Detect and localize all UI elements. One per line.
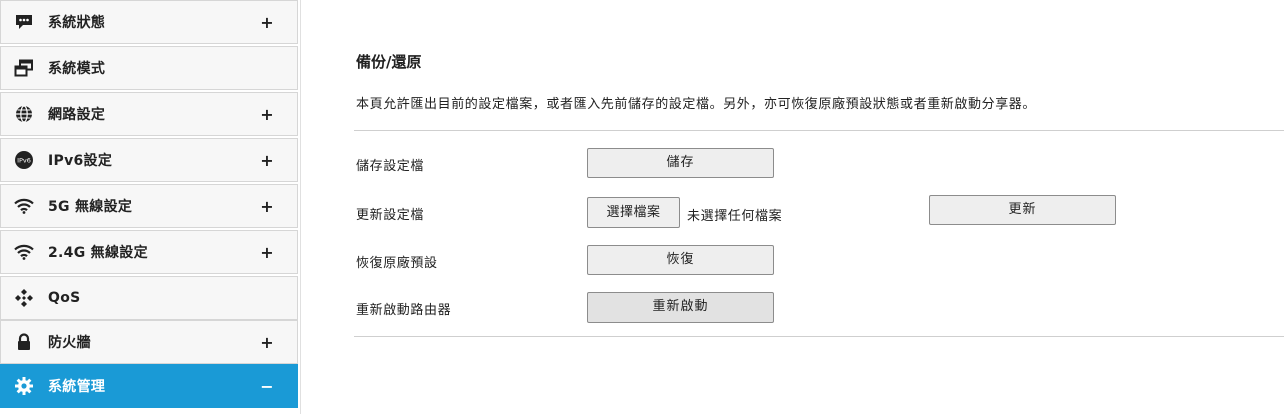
sidebar-item-firewall[interactable]: 防火牆 + [0, 320, 298, 364]
sidebar-item-24g-wireless[interactable]: 2.4G 無線設定 + [0, 230, 298, 274]
reboot-router-label: 重新啟動路由器 [356, 303, 452, 318]
sidebar-item-label: IPv6設定 [48, 153, 113, 169]
divider-bottom [354, 336, 1284, 337]
lock-icon [11, 329, 37, 355]
sidebar-item-label: 系統管理 [48, 379, 106, 395]
sidebar-item-label: 系統狀態 [48, 15, 106, 31]
sidebar-item-label: 5G 無線設定 [48, 199, 133, 215]
expand-icon: + [260, 12, 274, 32]
expand-icon: + [260, 196, 274, 216]
main-content: 備份/還原 本頁允許匯出目前的設定檔案，或者匯入先前儲存的設定檔。另外，亦可恢復… [300, 0, 1284, 414]
sidebar-item-label: 防火牆 [48, 335, 91, 351]
expand-icon: + [260, 332, 274, 352]
page-description: 本頁允許匯出目前的設定檔案，或者匯入先前儲存的設定檔。另外，亦可恢復原廠預設狀態… [356, 97, 1037, 112]
sidebar-item-5g-wireless[interactable]: 5G 無線設定 + [0, 184, 298, 228]
reboot-button[interactable]: 重新啟動 [587, 292, 774, 323]
restore-defaults-label: 恢復原廠預設 [356, 256, 438, 271]
svg-text:IPv6: IPv6 [17, 157, 31, 165]
qos-diamonds-icon [11, 285, 37, 311]
sidebar-item-system-mode[interactable]: 系統模式 [0, 46, 298, 90]
gear-icon [11, 373, 37, 399]
update-button[interactable]: 更新 [929, 195, 1116, 225]
chat-bubble-icon [11, 9, 37, 35]
page-title: 備份/還原 [356, 53, 422, 71]
divider-top [354, 130, 1284, 131]
update-config-label: 更新設定檔 [356, 208, 425, 223]
sidebar: 系統狀態 + 系統模式 網路設定 + IPv6 IPv6設定 + 5G 無線設定… [0, 0, 301, 414]
sidebar-item-system-status[interactable]: 系統狀態 + [0, 0, 298, 44]
wifi-icon [11, 239, 37, 265]
window-mode-icon [11, 55, 37, 81]
sidebar-item-label: 網路設定 [48, 107, 106, 123]
expand-icon: + [260, 150, 274, 170]
wifi-icon [11, 193, 37, 219]
sidebar-item-system-management[interactable]: 系統管理 − [0, 364, 298, 408]
sidebar-item-qos[interactable]: QoS [0, 276, 298, 320]
expand-icon: + [260, 242, 274, 262]
sidebar-item-network-settings[interactable]: 網路設定 + [0, 92, 298, 136]
ipv6-icon: IPv6 [11, 147, 37, 173]
save-button[interactable]: 儲存 [587, 148, 774, 178]
restore-button[interactable]: 恢復 [587, 245, 774, 275]
file-status-text: 未選擇任何檔案 [687, 209, 783, 224]
collapse-icon: − [260, 376, 274, 396]
expand-icon: + [260, 104, 274, 124]
globe-icon [11, 101, 37, 127]
sidebar-item-ipv6-settings[interactable]: IPv6 IPv6設定 + [0, 138, 298, 182]
choose-file-button[interactable]: 選擇檔案 [587, 197, 680, 228]
sidebar-item-label: 2.4G 無線設定 [48, 245, 148, 261]
save-config-label: 儲存設定檔 [356, 159, 425, 174]
sidebar-item-label: QoS [48, 290, 81, 306]
sidebar-item-label: 系統模式 [48, 61, 106, 77]
